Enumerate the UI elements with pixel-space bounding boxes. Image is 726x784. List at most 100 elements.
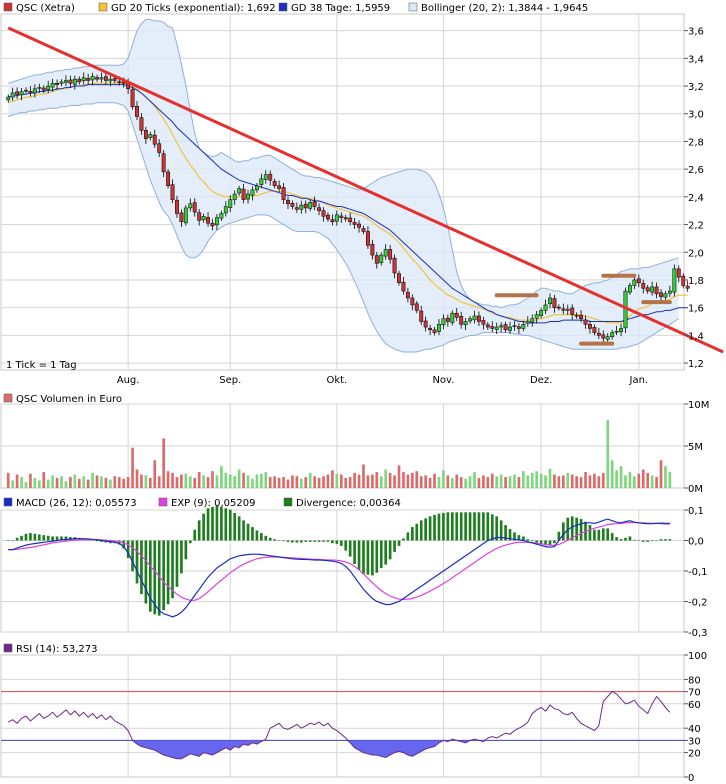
divergence-bar — [468, 512, 472, 541]
divergence-bar — [242, 520, 245, 541]
price-tick-label: 3,0 — [688, 110, 704, 121]
divergence-bar — [51, 536, 54, 541]
volume-bar — [322, 476, 325, 488]
divergence-bar — [317, 540, 321, 542]
rsi-tick-label: 70 — [688, 688, 701, 699]
rsi-tick-label: 40 — [688, 724, 701, 735]
volume-bar — [95, 475, 99, 488]
volume-bar — [459, 477, 463, 488]
volume-bar — [33, 477, 37, 488]
candle-body — [543, 304, 548, 311]
divergence-bar — [575, 517, 578, 541]
candle-body — [401, 281, 406, 292]
divergence-bar — [322, 540, 325, 542]
chart-root: 1,2 1,4 1,6 1,8 2,0 2,2 2,4 2,6 2,8 3,0 3,2 3,4 3,6 … — [0, 0, 726, 784]
volume-bar — [144, 475, 148, 488]
divergence-bar — [20, 535, 23, 541]
divergence-bar — [455, 512, 459, 541]
divergence-bar — [29, 533, 32, 541]
candle-body — [659, 292, 663, 297]
volume-bar — [100, 476, 103, 488]
divergence-bar — [299, 540, 303, 543]
macd-tick-label: -0,3 — [688, 628, 708, 639]
candle-body — [241, 188, 246, 200]
volume-bar — [206, 477, 210, 488]
divergence-bar — [326, 540, 330, 542]
candle-body — [281, 187, 286, 200]
volume-bar — [242, 472, 245, 488]
candle-body — [99, 77, 104, 80]
candle-body — [183, 207, 188, 224]
volume-bar — [60, 476, 63, 488]
candle-body — [397, 273, 401, 283]
volume-bar — [313, 476, 316, 488]
candle-body — [548, 297, 552, 305]
volume-bar — [393, 475, 396, 488]
divergence-bar — [375, 540, 379, 573]
candle-body — [459, 316, 464, 325]
divergence-bar — [140, 540, 143, 595]
candle-body — [485, 324, 490, 328]
volume-bar — [282, 477, 285, 488]
volume-bar — [384, 469, 388, 488]
candle-body — [405, 291, 410, 299]
divergence-bar — [597, 529, 601, 541]
candle-body — [414, 303, 419, 311]
price-legend-label: GD 20 Ticks (exponential): 1,692 — [111, 3, 276, 14]
candle-body — [605, 336, 610, 340]
divergence-bar — [313, 540, 316, 542]
volume-bar — [104, 477, 108, 488]
candle-body — [574, 314, 579, 317]
divergence-bar — [37, 534, 41, 541]
divergence-bar — [260, 533, 263, 541]
volume-bar — [557, 476, 561, 488]
volume-bar — [37, 480, 41, 488]
candle-body — [103, 76, 108, 81]
candle-body — [157, 143, 162, 153]
rsi-frame — [0, 654, 685, 778]
divergence-bar — [650, 540, 654, 542]
candle-body — [379, 254, 384, 264]
candle-body — [534, 314, 539, 319]
month-label: Nov. — [432, 375, 454, 386]
price-legend-swatch — [278, 2, 288, 12]
volume-bar — [55, 477, 59, 488]
divergence-bar — [251, 527, 254, 541]
price-tick-label: 3,2 — [688, 82, 704, 93]
volume-bar — [633, 476, 636, 488]
volume-bar — [326, 474, 330, 488]
candle-body — [32, 88, 37, 94]
candle-body — [192, 202, 197, 213]
divergence-bar — [624, 537, 627, 541]
divergence-bar — [144, 540, 148, 604]
divergence-bar — [268, 537, 272, 541]
candle-body — [90, 76, 95, 81]
volume-bar — [464, 478, 467, 488]
volume-bar — [153, 460, 157, 488]
candle-body — [499, 325, 504, 328]
volume-bar — [166, 471, 170, 488]
divergence-bar — [255, 530, 259, 541]
candle-body — [374, 255, 379, 264]
candle-body — [10, 92, 15, 98]
candle-body — [432, 329, 437, 333]
candle-body — [530, 318, 535, 323]
divergence-bar — [486, 512, 490, 541]
volume-bar — [109, 479, 112, 488]
divergence-bar — [459, 512, 463, 541]
candle-body — [583, 319, 588, 325]
candle-body — [312, 201, 317, 207]
candle-body — [672, 268, 677, 293]
volume-bar — [526, 475, 530, 488]
volume-bar — [211, 471, 214, 488]
macd-tick-label: -0,2 — [688, 598, 708, 609]
candle-body — [286, 199, 290, 205]
macd-legend-swatch — [3, 497, 13, 507]
candle-body — [170, 184, 175, 200]
divergence-bar — [415, 523, 419, 541]
volume-bar — [610, 460, 614, 488]
divergence-bar — [11, 540, 14, 541]
candle-body — [232, 193, 237, 200]
candle-body — [86, 78, 91, 81]
candle-body — [326, 214, 330, 220]
